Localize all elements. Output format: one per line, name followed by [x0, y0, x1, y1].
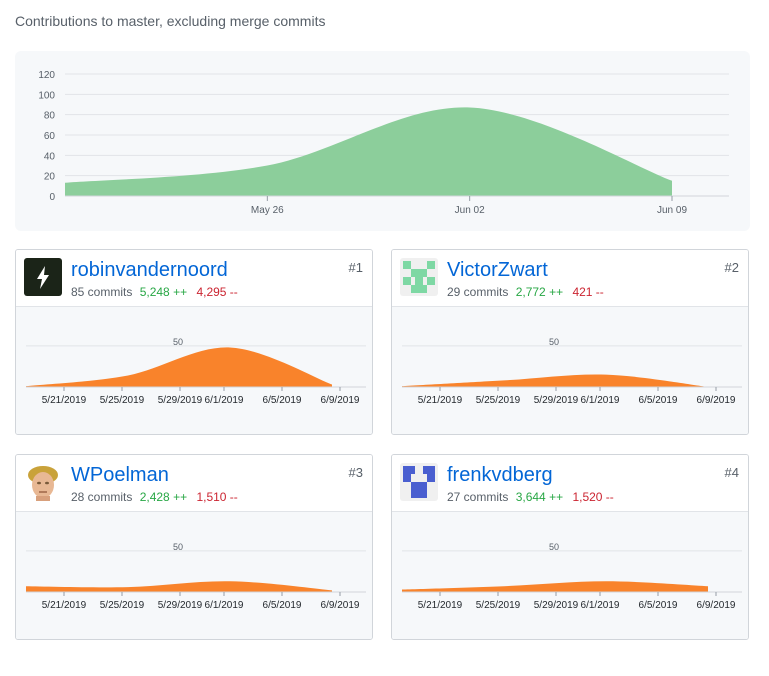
- contributor-chart-svg: 50 5/21/2019 5/25/2019 5/29/2019 6/1/2019 6/5…: [402, 337, 742, 406]
- contribution-area: [65, 107, 672, 196]
- x-tick-label: 6/9/2019: [321, 600, 360, 611]
- x-tick-label: 6/5/2019: [639, 395, 678, 406]
- deletions-count: 4,295 --: [196, 285, 238, 299]
- x-tick-label: 6/1/2019: [581, 395, 620, 406]
- additions-count: 5,248 ++: [139, 285, 188, 299]
- contributor-card: WPoelman 28 commits 2,428 ++ 1,510 -- #3…: [15, 454, 373, 640]
- x-tick-label: 6/9/2019: [321, 395, 360, 406]
- contribution-area: [26, 581, 332, 592]
- commit-count: 27 commits: [447, 490, 509, 504]
- y-tick-label: 0: [49, 192, 55, 203]
- x-tick-label: 5/21/2019: [418, 600, 463, 611]
- x-tick-label: 6/1/2019: [205, 395, 244, 406]
- y-tick-label: 50: [549, 337, 559, 347]
- x-tick-label: Jun 02: [455, 205, 485, 216]
- blue-identicon-avatar[interactable]: [400, 463, 438, 501]
- contributor-card: frenkvdberg 27 commits 3,644 ++ 1,520 --…: [391, 454, 749, 640]
- card-header: VictorZwart 29 commits 2,772 ++ 421 -- #…: [392, 250, 748, 307]
- y-tick-label: 50: [173, 542, 183, 552]
- contributor-card: robinvandernoord 85 commits 5,248 ++ 4,2…: [15, 249, 373, 435]
- commit-count: 28 commits: [71, 490, 133, 504]
- rank-badge: #4: [724, 465, 739, 480]
- contribution-area: [402, 581, 708, 592]
- card-header: WPoelman 28 commits 2,428 ++ 1,510 -- #3: [16, 455, 372, 512]
- x-tick-label: 5/25/2019: [100, 600, 145, 611]
- x-tick-label: 6/1/2019: [205, 600, 244, 611]
- contributor-chart: 50 5/21/2019 5/25/2019 5/29/2019 6/1/2019 6/5…: [16, 512, 372, 639]
- x-tick-label: 6/1/2019: [581, 600, 620, 611]
- x-tick-label: 5/25/2019: [100, 395, 145, 406]
- contributor-stats: 27 commits 3,644 ++ 1,520 --: [447, 490, 614, 504]
- y-tick-label: 100: [38, 90, 55, 101]
- x-tick-label: 5/25/2019: [476, 600, 521, 611]
- x-tick-label: 6/5/2019: [263, 600, 302, 611]
- x-tick-label: 5/25/2019: [476, 395, 521, 406]
- x-tick-label: 6/9/2019: [697, 395, 736, 406]
- x-tick-label: 5/21/2019: [42, 395, 87, 406]
- x-tick-label: 6/5/2019: [639, 600, 678, 611]
- contributor-stats: 29 commits 2,772 ++ 421 --: [447, 285, 604, 299]
- contributor-name-link[interactable]: WPoelman: [71, 463, 169, 487]
- x-tick-label: 6/9/2019: [697, 600, 736, 611]
- contributor-card: VictorZwart 29 commits 2,772 ++ 421 -- #…: [391, 249, 749, 435]
- y-tick-label: 50: [173, 337, 183, 347]
- contributor-stats: 28 commits 2,428 ++ 1,510 --: [71, 490, 238, 504]
- commit-count: 29 commits: [447, 285, 509, 299]
- card-header: frenkvdberg 27 commits 3,644 ++ 1,520 --…: [392, 455, 748, 512]
- additions-count: 3,644 ++: [515, 490, 564, 504]
- x-tick-label: 5/21/2019: [42, 600, 87, 611]
- page-subtitle: Contributions to master, excluding merge…: [15, 13, 326, 29]
- rank-badge: #2: [724, 260, 739, 275]
- contributor-stats: 85 commits 5,248 ++ 4,295 --: [71, 285, 238, 299]
- y-tick-label: 40: [44, 151, 56, 162]
- contributor-chart: 50 5/21/2019 5/25/2019 5/29/2019 6/1/2019 6/5…: [392, 307, 748, 434]
- x-tick-label: 6/5/2019: [263, 395, 302, 406]
- green-identicon-avatar[interactable]: [400, 258, 438, 296]
- x-tick-label: 5/21/2019: [418, 395, 463, 406]
- contribution-area: [402, 374, 708, 387]
- y-tick-label: 50: [549, 542, 559, 552]
- contributor-name-link[interactable]: VictorZwart: [447, 258, 548, 282]
- main-chart-svg: 0 20 40 60 80 100 120 May 26 Jun 02 Jun 09: [38, 70, 729, 216]
- contributor-chart: 50 5/21/2019 5/25/2019 5/29/2019 6/1/2019 6/5…: [16, 307, 372, 434]
- rank-badge: #3: [348, 465, 363, 480]
- y-tick-label: 20: [44, 172, 56, 183]
- statue-avatar[interactable]: [24, 463, 62, 501]
- contributor-chart-svg: 50 5/21/2019 5/25/2019 5/29/2019 6/1/2019 6/5…: [402, 542, 742, 611]
- contributor-name-link[interactable]: robinvandernoord: [71, 258, 228, 282]
- lightning-avatar[interactable]: [24, 258, 62, 296]
- rank-badge: #1: [348, 260, 363, 275]
- x-tick-label: 5/29/2019: [534, 600, 579, 611]
- x-tick-label: Jun 09: [657, 205, 687, 216]
- contributor-name-link[interactable]: frenkvdberg: [447, 463, 553, 487]
- deletions-count: 1,510 --: [196, 490, 238, 504]
- main-contribution-chart: 0 20 40 60 80 100 120 May 26 Jun 02 Jun 09: [15, 51, 750, 231]
- additions-count: 2,772 ++: [515, 285, 564, 299]
- contributor-chart-svg: 50 5/21/2019 5/25/2019 5/29/2019 6/1/2019 6/5…: [26, 337, 366, 406]
- x-tick-label: 5/29/2019: [158, 600, 203, 611]
- x-tick-label: May 26: [251, 205, 284, 216]
- commit-count: 85 commits: [71, 285, 133, 299]
- deletions-count: 421 --: [572, 285, 604, 299]
- x-tick-label: 5/29/2019: [534, 395, 579, 406]
- deletions-count: 1,520 --: [572, 490, 614, 504]
- card-header: robinvandernoord 85 commits 5,248 ++ 4,2…: [16, 250, 372, 307]
- y-tick-label: 120: [38, 70, 55, 81]
- y-tick-label: 80: [44, 111, 56, 122]
- contributor-chart-svg: 50 5/21/2019 5/25/2019 5/29/2019 6/1/2019 6/5…: [26, 542, 366, 611]
- contributor-chart: 50 5/21/2019 5/25/2019 5/29/2019 6/1/2019 6/5…: [392, 512, 748, 639]
- x-tick-label: 5/29/2019: [158, 395, 203, 406]
- additions-count: 2,428 ++: [139, 490, 188, 504]
- contribution-area: [26, 347, 332, 387]
- y-tick-label: 60: [44, 131, 56, 142]
